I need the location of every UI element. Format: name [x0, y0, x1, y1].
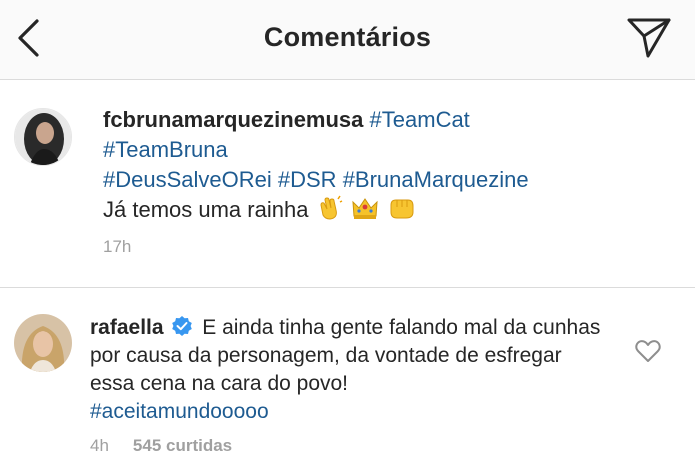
hashtag-link[interactable]: #DSR [278, 167, 337, 192]
hashtag-link[interactable]: #BrunaMarquezine [343, 167, 529, 192]
paper-plane-icon [626, 16, 672, 63]
page-title: Comentários [263, 22, 432, 52]
header-bar: Comentários [0, 0, 695, 80]
avatar[interactable] [14, 108, 72, 166]
likes-count[interactable]: 545 curtidas [133, 436, 232, 456]
verified-badge-icon [171, 315, 193, 337]
hashtag-link[interactable]: #TeamBruna [103, 137, 228, 162]
share-button[interactable] [624, 16, 674, 62]
caption-message: Já temos uma rainha [103, 197, 309, 222]
comment-item: rafaella E ainda tinha gente falando mal… [0, 288, 695, 459]
clapping-hands-emoji [317, 195, 343, 229]
crown-emoji [351, 195, 379, 229]
comment-text: rafaella E ainda tinha gente falando mal… [90, 314, 610, 426]
hashtag-link[interactable]: #DeusSalveORei [103, 167, 272, 192]
comment-message: E ainda tinha gente falando mal da cunha… [90, 316, 601, 395]
hashtag-link[interactable]: #aceitamundooooo [90, 400, 269, 423]
comment-timestamp: 4h [90, 436, 109, 455]
comment-username[interactable]: rafaella [90, 316, 164, 339]
heart-outline-icon [634, 340, 662, 368]
post-caption: fcbrunamarquezinemusa #TeamCat #TeamBrun… [0, 81, 695, 287]
caption-timestamp: 17h [103, 237, 132, 256]
caption-username[interactable]: fcbrunamarquezinemusa [103, 107, 363, 132]
fist-emoji [387, 195, 415, 229]
avatar[interactable] [14, 314, 72, 372]
caption-text: fcbrunamarquezinemusa #TeamCat #TeamBrun… [103, 105, 683, 229]
comment-meta: 4h 545 curtidas [90, 436, 232, 456]
like-button[interactable] [634, 338, 664, 366]
hashtag-link[interactable]: #TeamCat [370, 107, 470, 132]
